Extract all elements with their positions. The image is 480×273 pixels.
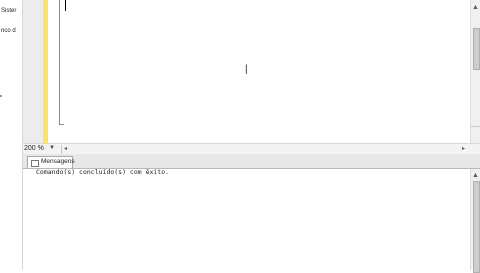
ibeam-cursor-icon: | [245,64,248,75]
messages-pane[interactable]: Comando(s) concluído(s) com êxito. [23,168,470,270]
scroll-right-arrow-icon[interactable]: ▸ [462,145,465,152]
object-explorer-item-database[interactable]: nco d [1,28,16,34]
text-caret [65,0,66,11]
messages-icon [31,160,39,167]
change-tracking-bar [43,0,48,143]
scrollbar-thumb[interactable] [473,28,480,70]
zoom-separator [61,145,62,154]
object-explorer-pane: Sister nco d [0,0,23,270]
object-explorer-item-system[interactable]: Sister [1,8,16,14]
result-message: Comando(s) concluído(s) com êxito. [36,168,170,176]
outline-bar [59,0,60,125]
scroll-left-arrow-icon[interactable]: ◂ [64,145,67,152]
editor-vertical-scrollbar[interactable]: ▲ [470,0,480,143]
query-editor[interactable]: | [23,0,470,143]
zoom-level[interactable]: 200 % [24,145,44,152]
scroll-up-arrow-icon[interactable]: ▲ [472,4,479,11]
results-tab-bar: Mensagens [23,154,480,169]
tab-messages-label: Mensagens [41,158,75,165]
tab-messages[interactable]: Mensagens [27,156,75,168]
scroll-up-arrow-icon[interactable]: ▲ [472,172,479,179]
splitter-handle[interactable] [471,126,480,127]
scrollbar-thumb[interactable] [473,181,480,273]
messages-vertical-scrollbar[interactable]: ▲ [470,169,480,273]
outline-bar-end [59,124,64,125]
editor-margin [23,0,43,143]
tree-marker [0,95,2,97]
zoom-dropdown-icon[interactable]: ▼ [49,145,55,151]
